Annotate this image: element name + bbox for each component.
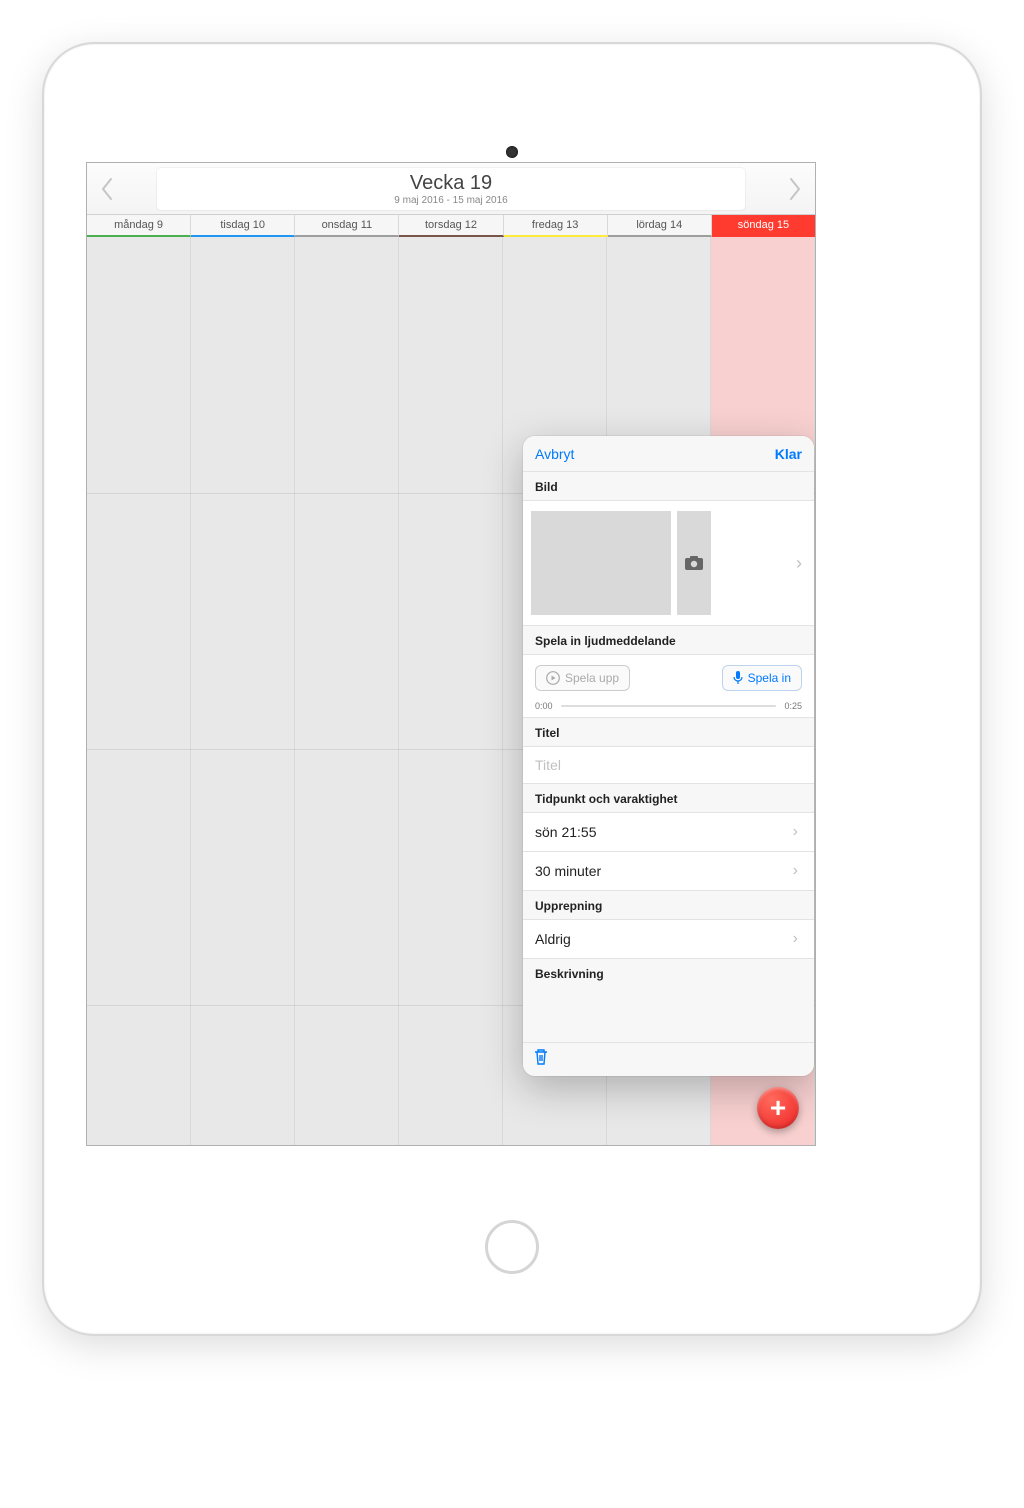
add-event-button[interactable]: +: [757, 1087, 799, 1129]
track-progress[interactable]: [561, 705, 777, 707]
day-header[interactable]: söndag 15: [712, 215, 815, 237]
day-column[interactable]: [295, 237, 399, 1145]
chevron-right-icon: ›: [793, 823, 802, 841]
chevron-right-icon: ›: [793, 862, 802, 880]
duration-cell[interactable]: 30 minuter ›: [523, 852, 814, 891]
audio-section-label: Spela in ljudmeddelande: [523, 626, 814, 654]
track-end-time: 0:25: [784, 701, 802, 711]
play-button[interactable]: Spela upp: [535, 665, 630, 691]
duration-value: 30 minuter: [535, 863, 601, 879]
day-header[interactable]: tisdag 10: [191, 215, 295, 237]
week-title: Vecka 19: [157, 172, 745, 195]
delete-button[interactable]: [533, 1048, 549, 1071]
popover-body: Bild › Spela in ljudmeddelande Spela upp: [523, 472, 814, 1042]
image-placeholder-small: [677, 511, 711, 615]
day-header[interactable]: onsdag 11: [295, 215, 399, 237]
day-headers-row: måndag 9tisdag 10onsdag 11torsdag 12fred…: [87, 215, 815, 237]
day-header[interactable]: fredag 13: [504, 215, 608, 237]
title-input[interactable]: [535, 757, 802, 773]
repeat-cell[interactable]: Aldrig ›: [523, 919, 814, 959]
play-icon: [546, 671, 560, 685]
week-subtitle: 9 maj 2016 - 15 maj 2016: [157, 195, 745, 206]
day-header[interactable]: torsdag 12: [399, 215, 503, 237]
done-button[interactable]: Klar: [775, 446, 802, 462]
datetime-cell[interactable]: sön 21:55 ›: [523, 812, 814, 852]
prev-week-button[interactable]: [87, 163, 127, 215]
title-cell[interactable]: [523, 746, 814, 784]
app-screen: Vecka 19 9 maj 2016 - 15 maj 2016 måndag…: [86, 162, 816, 1146]
popover-footer: [523, 1042, 814, 1076]
next-week-button[interactable]: [775, 163, 815, 215]
audio-section: Spela upp Spela in 0:00 0:25: [523, 654, 814, 718]
play-label: Spela upp: [565, 671, 619, 685]
event-editor-popover: Avbryt Klar Bild › Spela in ljudmeddelan…: [523, 436, 814, 1076]
timing-section-label: Tidpunkt och varaktighet: [523, 784, 814, 812]
microphone-icon: [733, 671, 743, 685]
chevron-right-icon: ›: [793, 930, 802, 948]
record-button[interactable]: Spela in: [722, 665, 802, 691]
chevron-right-icon: ›: [796, 553, 806, 574]
ipad-camera: [506, 146, 518, 158]
day-column[interactable]: [399, 237, 503, 1145]
day-column[interactable]: [191, 237, 295, 1145]
week-header: Vecka 19 9 maj 2016 - 15 maj 2016: [87, 163, 815, 215]
camera-icon: [685, 556, 703, 570]
image-placeholder-large: [531, 511, 671, 615]
image-section-label: Bild: [523, 472, 814, 500]
audio-track[interactable]: 0:00 0:25: [535, 701, 802, 711]
popover-toolbar: Avbryt Klar: [523, 436, 814, 472]
day-header[interactable]: lördag 14: [608, 215, 712, 237]
day-header[interactable]: måndag 9: [87, 215, 191, 237]
cancel-button[interactable]: Avbryt: [535, 446, 574, 462]
track-start-time: 0:00: [535, 701, 553, 711]
day-column[interactable]: [87, 237, 191, 1145]
header-title-wrap[interactable]: Vecka 19 9 maj 2016 - 15 maj 2016: [157, 168, 745, 210]
plus-icon: +: [770, 1094, 786, 1122]
ipad-home-button[interactable]: [485, 1220, 539, 1274]
repeat-section-label: Upprepning: [523, 891, 814, 919]
datetime-value: sön 21:55: [535, 824, 597, 840]
record-label: Spela in: [748, 671, 791, 685]
trash-icon: [533, 1048, 549, 1066]
title-section-label: Titel: [523, 718, 814, 746]
description-section-label: Beskrivning: [523, 959, 814, 987]
image-picker-row[interactable]: ›: [523, 500, 814, 626]
repeat-value: Aldrig: [535, 931, 571, 947]
